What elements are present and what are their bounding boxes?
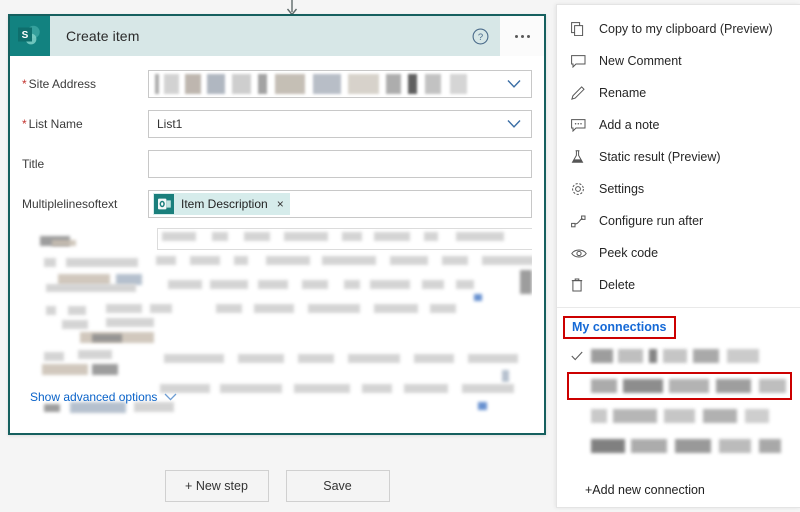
card-title: Create item (66, 28, 140, 44)
menu-item-configure-run-after[interactable]: Configure run after (557, 205, 800, 237)
menu-item-label: Static result (Preview) (599, 150, 721, 164)
list-name-value: List1 (157, 117, 183, 131)
help-circle-icon[interactable]: ? (460, 16, 500, 56)
menu-item-label: Configure run after (599, 214, 704, 228)
eye-icon (571, 248, 593, 259)
form-row-multiplelinesoftext: Multiplelinesoftext Item Description × (22, 186, 532, 222)
connection-item-selected[interactable] (557, 341, 800, 371)
chevron-down-icon (164, 393, 177, 401)
card-header-actions: ? (460, 16, 544, 56)
menu-item-label: Add a note (599, 118, 660, 132)
menu-item-label: Peek code (599, 246, 659, 260)
create-item-action-card[interactable]: S Create item ? * Site Address * List Na… (8, 14, 546, 435)
list-name-input[interactable]: List1 (148, 110, 532, 138)
outlook-item-icon (154, 194, 174, 214)
form-row-site-address: * Site Address (22, 66, 532, 102)
menu-item-new-comment[interactable]: New Comment (557, 45, 800, 77)
form-row-list-name: * List Name List1 (22, 106, 532, 142)
new-step-button[interactable]: + New step (164, 470, 269, 502)
ellipsis-icon[interactable] (500, 16, 544, 56)
svg-text:?: ? (477, 32, 482, 43)
token-label: Item Description (181, 197, 268, 211)
field-label-title: Title (22, 157, 45, 171)
trash-icon (571, 278, 593, 292)
add-new-connection-button[interactable]: +Add new connection (557, 475, 800, 505)
field-label-list-name: * List Name (22, 117, 83, 131)
dynamic-content-token[interactable]: Item Description × (153, 193, 290, 215)
multiplelinesoftext-input[interactable]: Item Description × (148, 190, 532, 218)
menu-item-copy-to-clipboard[interactable]: Copy to my clipboard (Preview) (557, 13, 800, 45)
token-remove-icon[interactable]: × (277, 198, 284, 210)
flask-icon (571, 150, 593, 164)
form-row-title: Title (22, 146, 532, 182)
menu-item-settings[interactable]: Settings (557, 173, 800, 205)
redacted-connection-name (591, 379, 786, 393)
field-label-site-address: * Site Address (22, 77, 97, 91)
menu-item-delete[interactable]: Delete (557, 269, 800, 301)
card-body: * Site Address * List Name List1 Title M… (10, 66, 544, 418)
comment-icon (571, 54, 593, 68)
redacted-value (155, 74, 497, 94)
pencil-icon (571, 86, 593, 100)
copy-icon (571, 22, 593, 36)
my-connections-header[interactable]: My connections (563, 316, 677, 339)
run-after-icon (571, 215, 593, 228)
bottom-button-bar: + New step Save (8, 470, 546, 502)
show-advanced-options-label: Show advanced options (30, 390, 158, 404)
sharepoint-logo-icon: S (10, 16, 50, 56)
required-asterisk: * (22, 117, 27, 131)
connection-item-highlighted[interactable] (557, 371, 800, 401)
menu-item-peek-code[interactable]: Peek code (557, 237, 800, 269)
site-address-input[interactable] (148, 70, 532, 98)
svg-text:S: S (22, 30, 29, 41)
menu-divider (557, 307, 800, 308)
title-input[interactable] (148, 150, 532, 178)
my-connections-label: My connections (572, 320, 667, 334)
redacted-connection-name (591, 409, 786, 423)
field-label-multiplelinesoftext: Multiplelinesoftext (22, 197, 118, 211)
menu-item-label: Delete (599, 278, 636, 292)
redacted-connection-name (591, 349, 786, 363)
required-asterisk: * (22, 77, 27, 91)
gear-icon (571, 182, 593, 196)
check-icon (571, 351, 591, 361)
redacted-connection-name (591, 439, 786, 453)
menu-item-label: New Comment (599, 54, 682, 68)
show-advanced-options-link[interactable]: Show advanced options (30, 390, 177, 404)
menu-item-add-a-note[interactable]: Add a note (557, 109, 800, 141)
connection-item[interactable] (557, 401, 800, 431)
save-button[interactable]: Save (285, 470, 390, 502)
menu-item-rename[interactable]: Rename (557, 77, 800, 109)
connection-item[interactable] (557, 431, 800, 461)
menu-item-static-result[interactable]: Static result (Preview) (557, 141, 800, 173)
menu-item-label: Rename (599, 86, 647, 100)
action-context-menu[interactable]: Copy to my clipboard (Preview) New Comme… (556, 4, 800, 508)
menu-item-label: Copy to my clipboard (Preview) (599, 22, 773, 36)
card-header[interactable]: S Create item ? (10, 16, 544, 56)
note-icon (571, 118, 593, 132)
chevron-down-icon[interactable] (507, 120, 521, 129)
menu-item-label: Settings (599, 182, 645, 196)
chevron-down-icon[interactable] (507, 80, 521, 89)
